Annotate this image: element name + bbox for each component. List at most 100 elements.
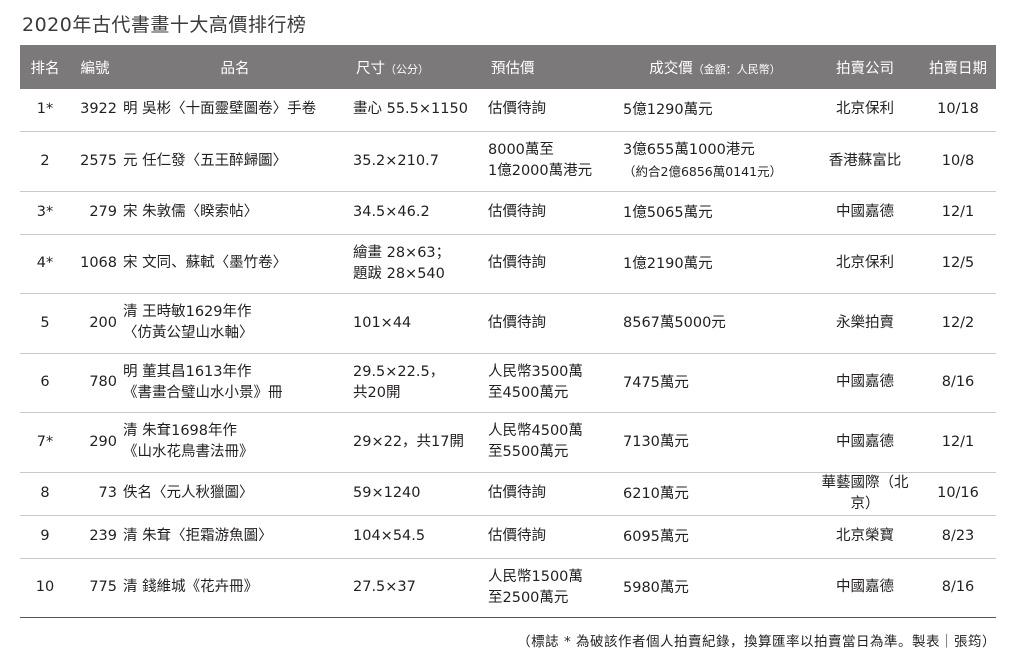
- cell-price: 5980萬元: [620, 558, 810, 618]
- cell-estimate-line: 人民幣1500萬: [488, 568, 583, 585]
- cell-price-line: 7130萬元: [623, 434, 689, 450]
- cell-size-line: 繪畫 28×63；: [353, 244, 451, 261]
- cell-rank-line: 2: [40, 152, 50, 169]
- cell-estimate-line: 人民幣4500萬: [488, 423, 583, 439]
- cell-price-line: 7475萬元: [623, 374, 689, 391]
- cell-size-line: 104×54.5: [353, 528, 426, 544]
- cell-lot-line: 3922: [80, 101, 117, 118]
- cell-size-line: 題跋 28×540: [353, 265, 445, 282]
- cell-estimate-line: 估價待詢: [488, 255, 546, 271]
- cell-item: 清 王時敏1629年作 〈仿黃公望山水軸〉: [120, 293, 350, 354]
- header-price-label: 成交價: [649, 60, 693, 77]
- cell-rank: 5: [20, 293, 70, 354]
- cell-rank: 8: [20, 472, 70, 516]
- cell-estimate-line: 1億2000萬港元: [488, 163, 593, 179]
- cell-estimate-line: 估價待詢: [488, 101, 546, 118]
- cell-house: 香港蘇富比: [810, 131, 920, 192]
- cell-estimate: 估價待詢: [485, 472, 620, 516]
- cell-price-line: 1億5065萬元: [623, 204, 713, 221]
- cell-item-line: 《山水花鳥書法冊》: [123, 444, 254, 460]
- cell-date-line: 12/1: [941, 204, 975, 220]
- cell-lot-line: 2575: [80, 152, 117, 169]
- cell-lot: 200: [70, 293, 120, 354]
- cell-house: 華藝國際（北京）: [810, 472, 920, 516]
- table-row: 6 780 明 董其昌1613年作 《書畫合璧山水小景》冊 29.5×22.5， 共20開…: [20, 353, 996, 413]
- header-lot: 編號: [80, 60, 110, 77]
- cell-estimate-line: 估價待詢: [488, 314, 546, 331]
- cell-item-line: 佚名〈元人秋獵圖〉: [123, 485, 254, 501]
- cell-date-line: 10/16: [937, 485, 979, 501]
- cell-item-line: 清 錢維城《花卉冊》: [123, 579, 259, 595]
- cell-lot: 279: [70, 191, 120, 235]
- cell-item: 明 吳彬〈十面靈壁圖卷〉手卷: [120, 89, 350, 132]
- cell-estimate-line: 至5500萬元: [488, 444, 569, 460]
- cell-estimate: 人民幣3500萬 至4500萬元: [485, 353, 620, 413]
- cell-item: 宋 朱敦儒〈睽索帖〉: [120, 191, 350, 235]
- cell-item: 清 錢維城《花卉冊》: [120, 558, 350, 618]
- cell-size: 59×1240: [350, 472, 485, 516]
- cell-price-line: 5980萬元: [623, 579, 689, 596]
- cell-rank: 1*: [20, 89, 70, 132]
- table-row: 2 2575 元 任仁發〈五王醉歸圖〉 35.2×210.7 8000萬至 1億2000萬…: [20, 131, 996, 192]
- cell-lot: 775: [70, 558, 120, 618]
- cell-item-line: 清 朱耷1698年作: [123, 423, 238, 439]
- cell-estimate: 估價待詢: [485, 191, 620, 235]
- header-price-unit: （金額：人民幣）: [692, 62, 781, 76]
- cell-estimate: 估價待詢: [485, 234, 620, 294]
- cell-lot: 3922: [70, 89, 120, 132]
- cell-size-line: 59×1240: [353, 485, 421, 501]
- cell-date-line: 10/8: [941, 152, 975, 169]
- cell-rank: 9: [20, 515, 70, 559]
- cell-estimate-line: 至2500萬元: [488, 589, 569, 606]
- cell-house-line: 北京榮寶: [836, 528, 894, 544]
- cell-item-line: 〈仿黃公望山水軸〉: [123, 325, 254, 341]
- table-row: 5 200 清 王時敏1629年作 〈仿黃公望山水軸〉 101×44 估價待詢 8567萬5…: [20, 293, 996, 354]
- cell-house: 中國嘉德: [810, 412, 920, 473]
- cell-rank: 2: [20, 131, 70, 192]
- table-header-row: 排名 編號 品名 尺寸（公分） 預估價 成交價（金額：人民幣） 拍賣公司 拍賣日…: [20, 45, 996, 89]
- cell-rank-line: 1*: [36, 101, 54, 118]
- cell-rank: 3*: [20, 191, 70, 235]
- table-row: 7* 290 清 朱耷1698年作 《山水花鳥書法冊》 29×22，共17開 人民幣450…: [20, 412, 996, 473]
- cell-size-line: 101×44: [353, 314, 412, 331]
- cell-date-line: 8/16: [941, 579, 975, 595]
- cell-size-line: 29×22，共17開: [353, 433, 465, 450]
- cell-item: 宋 文同、蘇軾〈墨竹卷〉: [120, 234, 350, 294]
- cell-house: 中國嘉德: [810, 558, 920, 618]
- cell-item-line: 清 朱耷〈拒霜游魚圖〉: [123, 528, 273, 544]
- cell-rank: 4*: [20, 234, 70, 294]
- cell-date-line: 8/23: [941, 528, 975, 544]
- cell-rank: 6: [20, 353, 70, 413]
- cell-house-line: 中國嘉德: [836, 204, 894, 220]
- cell-size-line: 共20開: [353, 384, 401, 401]
- cell-size: 104×54.5: [350, 515, 485, 559]
- cell-house: 中國嘉德: [810, 353, 920, 413]
- cell-rank-line: 3*: [36, 204, 54, 220]
- cell-estimate-line: 至4500萬元: [488, 384, 569, 401]
- cell-lot: 73: [70, 472, 120, 516]
- cell-item-line: 清 王時敏1629年作: [123, 304, 252, 320]
- cell-item: 清 朱耷〈拒霜游魚圖〉: [120, 515, 350, 559]
- cell-price-line: 3億655萬1000港元: [623, 141, 755, 158]
- cell-date: 8/16: [920, 353, 996, 413]
- cell-item: 佚名〈元人秋獵圖〉: [120, 472, 350, 516]
- cell-size: 29.5×22.5， 共20開: [350, 353, 485, 413]
- cell-house-line: 中國嘉德: [836, 374, 894, 390]
- cell-date: 12/2: [920, 293, 996, 354]
- cell-lot-line: 780: [89, 374, 117, 390]
- cell-house: 北京保利: [810, 234, 920, 294]
- cell-size: 29×22，共17開: [350, 412, 485, 473]
- cell-size-line: 34.5×46.2: [353, 204, 430, 220]
- cell-date-line: 8/16: [941, 374, 975, 390]
- cell-size-line: 29.5×22.5，: [353, 363, 445, 380]
- cell-estimate: 估價待詢: [485, 89, 620, 132]
- cell-price-line: （約合2億6856萬0141元）: [623, 163, 783, 179]
- cell-price: 6095萬元: [620, 515, 810, 559]
- cell-date: 12/1: [920, 191, 996, 235]
- cell-size-line: 27.5×37: [353, 579, 416, 595]
- cell-lot-line: 1068: [80, 255, 117, 271]
- cell-size: 畫心 55.5×1150: [350, 89, 485, 132]
- cell-date-line: 12/1: [941, 433, 975, 450]
- cell-house-line: 華藝國際（北京）: [821, 474, 909, 512]
- table-row: 1* 3922 明 吳彬〈十面靈壁圖卷〉手卷 畫心 55.5×1150 估價待詢 5億12…: [20, 89, 996, 132]
